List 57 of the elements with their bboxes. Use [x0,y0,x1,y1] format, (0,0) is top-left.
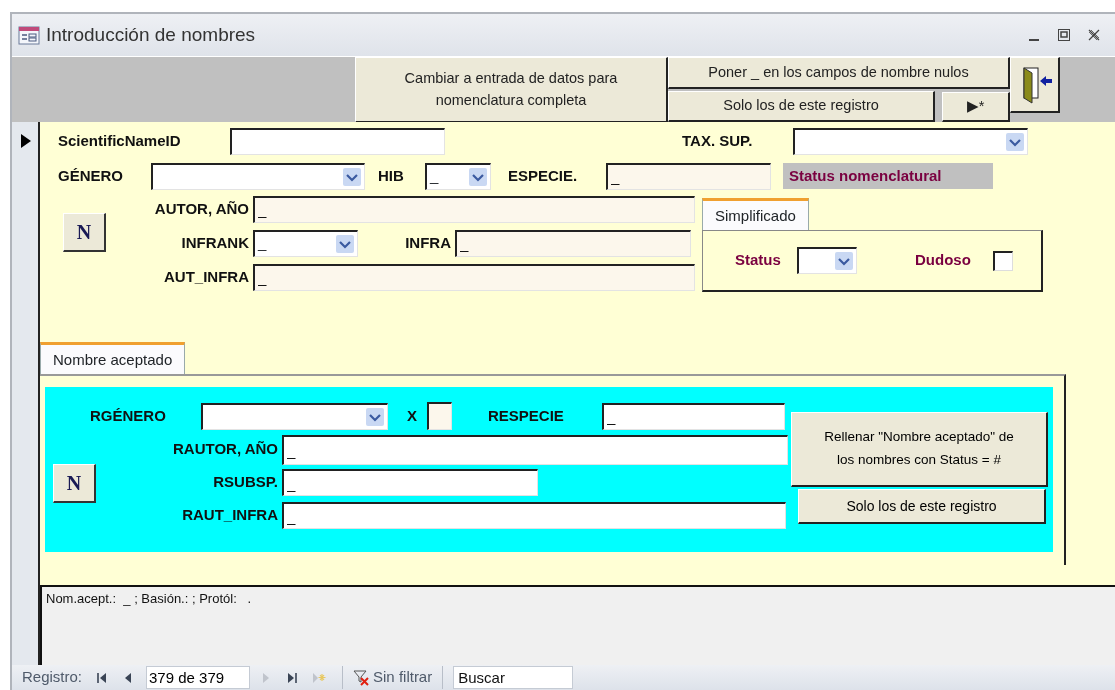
combo-box[interactable] [797,247,857,274]
field-label: Status [735,250,782,271]
field-label: INFRANK [180,232,250,253]
filter-clear-icon [353,669,370,686]
tab[interactable]: Simplificado [702,198,809,230]
close-icon[interactable] [1087,28,1101,42]
text-field[interactable]: _ [253,195,695,223]
field-label: RAUTOR, AÑO [172,439,279,460]
field-label: RESPECIE [488,405,565,426]
record-label: Registro: [22,667,83,688]
combo-box[interactable]: _ [253,229,358,257]
new-record-button[interactable]: ▶* [942,92,1010,122]
text-field[interactable]: _ [455,229,691,257]
current-record-button[interactable]: Solo los de este registro [798,489,1046,524]
field-label: INFRA [404,232,452,253]
current-record-button[interactable]: Solo los de este registro [668,91,935,122]
text-field[interactable] [230,128,445,155]
record-selector[interactable] [12,122,40,665]
field-label: GÉNERO [58,165,124,186]
summary-text: Nom.acept.: _ ; Basión.: ; Protól: . [40,585,1115,665]
n-button[interactable]: N [53,464,96,503]
fill-accepted-button[interactable]: Rellenar "Nombre aceptado" de los nombres con Status = # [791,412,1048,487]
text-field[interactable]: _ [282,434,788,465]
text-field[interactable]: _ [282,502,786,529]
tab[interactable]: Nombre aceptado [40,342,186,374]
form-icon [18,25,40,45]
combo-box[interactable] [201,402,388,430]
field-label: AUTOR, AÑO [153,198,250,219]
combo-box[interactable] [793,128,1028,155]
text-field[interactable] [427,402,452,430]
field-label: RGÉNERO [90,405,167,426]
search-field[interactable]: Buscar [453,666,574,689]
text-field[interactable]: _ [253,263,695,291]
record-position-field[interactable]: 379 de 379 [146,666,251,689]
field-label: ScientificNameID [58,131,182,152]
field-label: HIB [378,165,405,186]
field-label: Dudoso [915,250,972,271]
field-label: RAUT_INFRA [181,505,279,526]
text-field[interactable]: _ [282,469,538,496]
n-button[interactable]: N [63,213,106,252]
field-label: TAX. SUP. [682,131,754,152]
filter-button[interactable]: Sin filtrar [353,666,433,689]
field-label: ESPECIE. [508,165,579,186]
mode-switch-button[interactable]: Cambiar a entrada de datos para nomenclatura completa [355,57,668,123]
field-label: RSUBSP. [212,472,279,493]
fill-nulls-button[interactable]: Poner _ en los campos de nombre nulos [668,57,1010,89]
checkbox[interactable] [993,250,1013,271]
field-label: AUT_INFRA [163,266,250,287]
text-field[interactable]: _ [606,162,771,190]
section-heading: Status nomenclatural [783,162,993,190]
window-title: Introducción de nombres [46,22,256,47]
exit-button[interactable] [1010,57,1060,113]
restore-icon[interactable] [1057,28,1071,42]
field-label: X [407,405,418,426]
combo-box[interactable] [151,162,365,190]
text-field[interactable]: _ [602,402,785,430]
combo-box[interactable]: _ [425,162,491,190]
